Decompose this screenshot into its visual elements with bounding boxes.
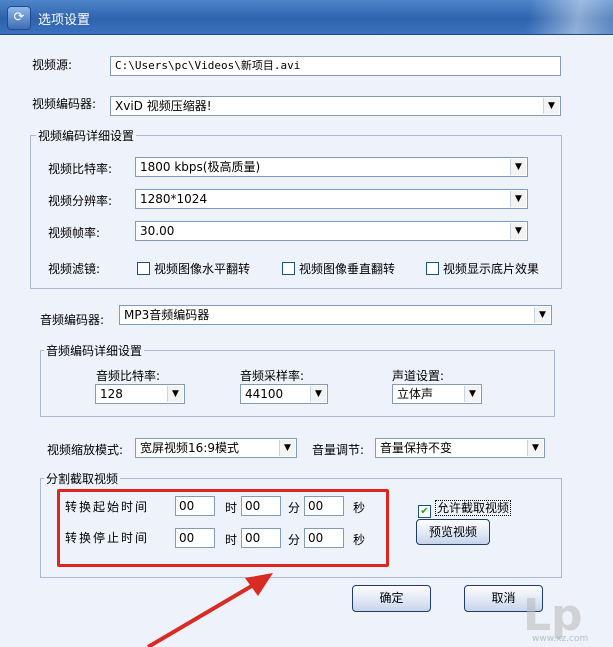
annotation-arrow <box>146 573 273 647</box>
ok-button[interactable]: 确定 <box>352 585 431 612</box>
site-watermark-url: www.xz.com <box>532 634 589 644</box>
